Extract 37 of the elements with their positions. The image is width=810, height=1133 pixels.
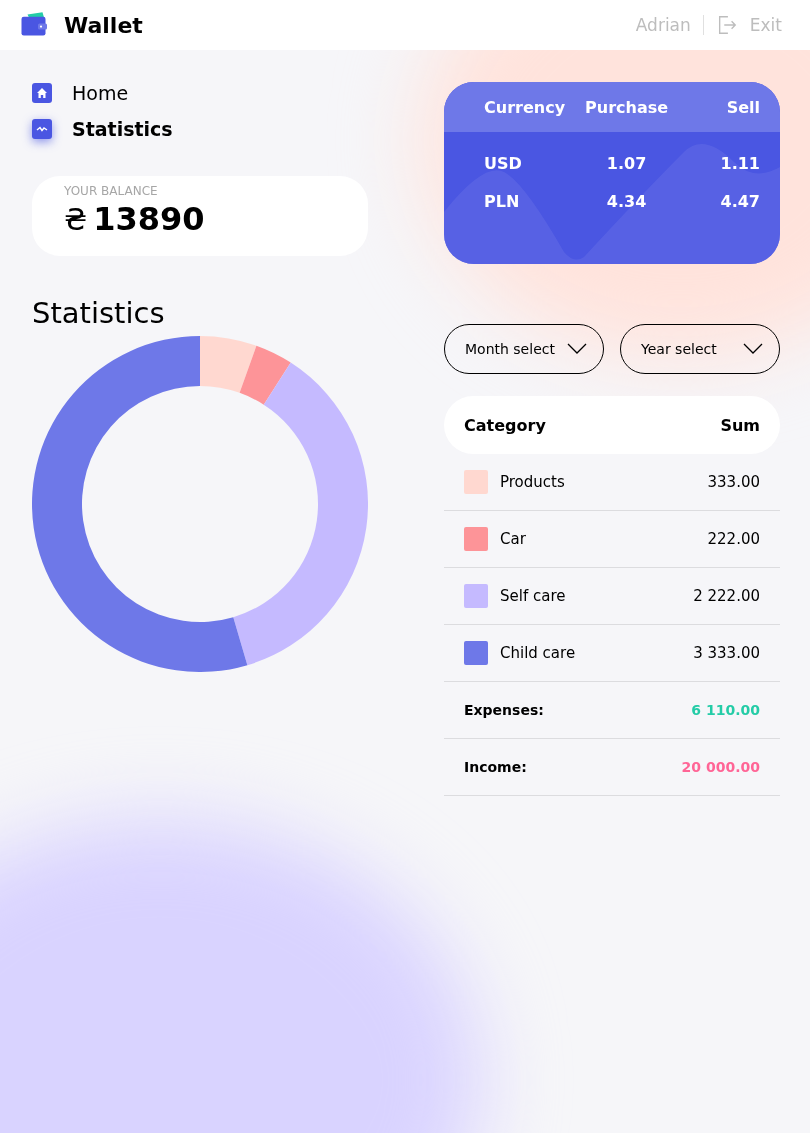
category-name: Child care (500, 644, 577, 662)
statistics-title: Statistics (32, 296, 166, 330)
column-header: Currency (484, 97, 567, 117)
table-cell-text: USD (484, 153, 523, 173)
dropdown-select[interactable]: Month select (444, 324, 604, 374)
table-cell-text: PLN (484, 191, 521, 211)
sum-value: 3 333.00 (693, 644, 760, 662)
table-cell-text: 4.34 (605, 191, 648, 211)
balance-label: YOUR BALANCE (64, 184, 159, 198)
chart-icon (32, 119, 52, 139)
category-name: Self care (500, 587, 567, 605)
column-header: Sum (720, 415, 760, 435)
total-value: 6 110.00 (691, 702, 760, 718)
home-icon (32, 83, 52, 103)
app-logo-title: Wallet (64, 12, 143, 38)
total-value: 20 000.00 (681, 759, 760, 775)
caret-icon (567, 343, 587, 355)
column-header: Category (464, 415, 546, 435)
currency-sign: ₴ (64, 202, 88, 237)
table-cell-text: 1.11 (719, 153, 760, 173)
table-cell-text: 1.07 (605, 153, 648, 173)
balance-amount: 13890 (93, 200, 205, 238)
column-header: Sell (725, 97, 760, 117)
total-label: Income: (464, 759, 528, 775)
sum-value: 2 222.00 (693, 587, 760, 605)
category-name: Car (500, 530, 527, 548)
nav-link[interactable]: Home (32, 82, 368, 104)
dropdown-select[interactable]: Year select (620, 324, 780, 374)
category-name: Products (500, 473, 566, 491)
sum-value: 222.00 (707, 530, 760, 548)
sum-value: 333.00 (707, 473, 760, 491)
column-header: Purchase (584, 97, 670, 117)
caret-icon (743, 343, 763, 355)
table-cell-text: 4.47 (719, 191, 760, 211)
total-label: Expenses: (464, 702, 545, 718)
nav-link[interactable]: Statistics (32, 118, 368, 140)
user-name: Adrian (635, 15, 691, 35)
